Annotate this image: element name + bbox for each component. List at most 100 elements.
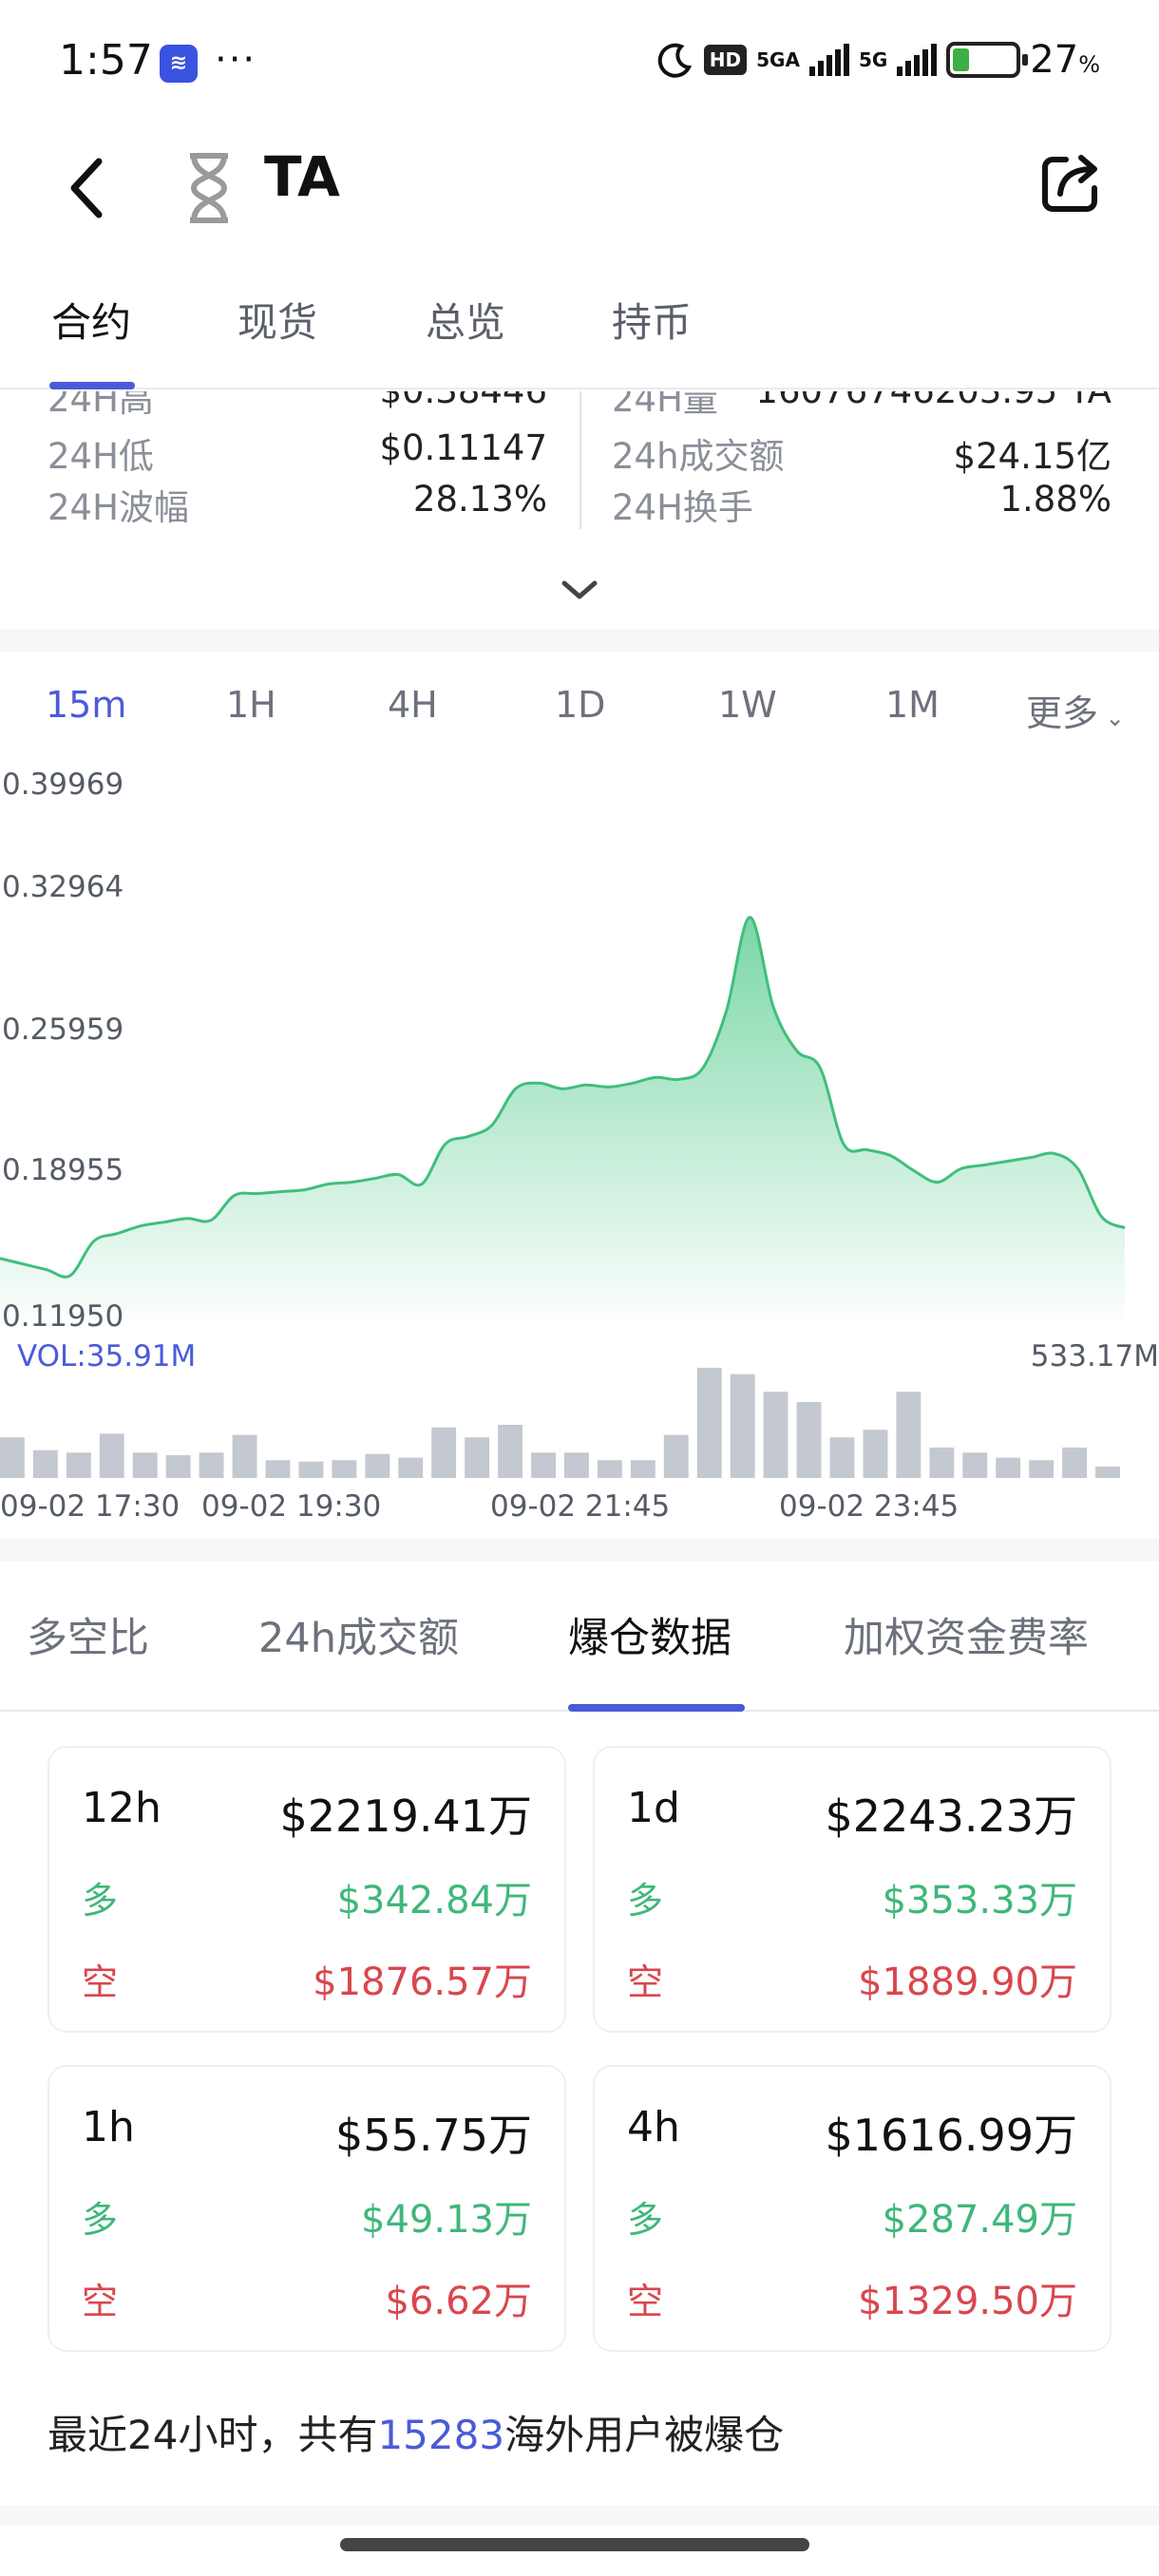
- app-logo-icon: ≋: [160, 45, 198, 83]
- more-notifications-icon: ···: [215, 38, 257, 82]
- volume-bar: [465, 1437, 490, 1478]
- liquidation-card-4h: 4h $1616.99万 多 $287.49万 空 $1329.50万: [593, 2065, 1112, 2352]
- page-title: TA: [264, 144, 340, 209]
- x-axis-tick-label: 09-02 21:45: [490, 1489, 671, 1524]
- timeframe-1w[interactable]: 1W: [718, 684, 777, 726]
- volume-bar: [1095, 1467, 1120, 1478]
- tab-weighted-funding-rate[interactable]: 加权资金费率: [844, 1605, 1089, 1664]
- stat-24h-high: 24H高 $0.38446: [48, 391, 547, 420]
- volume-label-right: 533.17M: [1030, 1339, 1159, 1373]
- volume-label-left: VOL:35.91M: [17, 1339, 197, 1373]
- volume-bar: [564, 1452, 589, 1478]
- liquidation-card-1h: 1h $55.75万 多 $49.13万 空 $6.62万: [48, 2065, 566, 2352]
- volume-bar: [863, 1430, 888, 1478]
- tab-long-short-ratio[interactable]: 多空比: [27, 1605, 149, 1664]
- status-time: 1:57: [59, 36, 153, 85]
- y-axis-tick-label: 0.32964: [2, 870, 124, 904]
- liquidation-card-12h: 12h $2219.41万 多 $342.84万 空 $1876.57万: [48, 1746, 566, 2033]
- status-indicators: HD 5GA 5G 27%: [656, 36, 1100, 84]
- app-screen: 1:57 ≋ ··· HD 5GA 5G 27% TA 合约 现货 总览 持币 …: [0, 0, 1159, 2576]
- chevron-down-icon: ⌄: [1098, 705, 1125, 731]
- volume-bar: [597, 1460, 622, 1478]
- network-5g-label: 5G: [858, 48, 888, 71]
- section-divider: [0, 2506, 1159, 2525]
- top-nav: TA: [0, 123, 1159, 247]
- liquidation-card-1d: 1d $2243.23万 多 $353.33万 空 $1889.90万: [593, 1746, 1112, 2033]
- volume-bar: [498, 1425, 522, 1478]
- x-axis-tick-label: 09-02 19:30: [201, 1489, 382, 1524]
- volume-bar: [332, 1460, 357, 1478]
- liquidation-summary: 最近24小时，共有15283海外用户被爆仓: [48, 2412, 785, 2458]
- tab-holdings[interactable]: 持币: [612, 291, 692, 349]
- timeframe-1d[interactable]: 1D: [555, 684, 605, 726]
- y-axis-tick-label: 0.25959: [2, 1013, 124, 1047]
- stat-24h-turnover-amount: 24h成交额 $24.15亿: [612, 436, 1112, 477]
- timeframe-1h[interactable]: 1H: [226, 684, 276, 726]
- volume-bar: [1029, 1460, 1054, 1478]
- home-indicator[interactable]: [340, 2538, 809, 2551]
- status-bar: 1:57 ≋ ··· HD 5GA 5G 27%: [0, 0, 1159, 123]
- hd-badge: HD: [703, 45, 748, 75]
- volume-bar: [66, 1452, 91, 1478]
- moon-icon: [657, 43, 692, 78]
- timeframe-1m[interactable]: 1M: [885, 684, 940, 726]
- tab-spot[interactable]: 现货: [238, 291, 317, 349]
- volume-bar: [663, 1434, 689, 1478]
- volume-bar: [796, 1402, 822, 1478]
- volume-bar: [962, 1452, 988, 1478]
- volume-bar: [32, 1449, 58, 1478]
- volume-bar: [298, 1461, 324, 1478]
- volume-bar: [431, 1427, 457, 1478]
- tab-liquidation-data[interactable]: 爆仓数据: [568, 1605, 732, 1664]
- volume-bar: [996, 1457, 1021, 1478]
- stats-divider: [580, 391, 581, 529]
- section-divider: [0, 1539, 1159, 1562]
- y-axis-tick-label: 0.39969: [2, 767, 124, 802]
- battery-fill: [953, 48, 970, 71]
- tab-contract[interactable]: 合约: [51, 291, 131, 349]
- stat-24h-turnover-rate: 24H换手 1.88%: [612, 479, 1112, 528]
- volume-bar: [265, 1460, 291, 1478]
- active-subtab-indicator: [568, 1704, 745, 1712]
- volume-bar: [929, 1448, 955, 1478]
- x-axis-tick-label: 09-02 23:45: [779, 1489, 960, 1524]
- main-tabs: 合约 现货 总览 持币: [0, 275, 1159, 389]
- liquidated-users-count: 15283: [377, 2412, 505, 2458]
- volume-bar: [829, 1437, 855, 1478]
- tab-overview[interactable]: 总览: [426, 291, 505, 349]
- y-axis-tick-label: 0.18955: [2, 1153, 124, 1187]
- hourglass-icon: [190, 153, 228, 223]
- volume-bar: [730, 1373, 755, 1478]
- signal-bars-icon: [808, 44, 849, 76]
- volume-bar: [165, 1455, 191, 1478]
- volume-bar: [1062, 1448, 1087, 1478]
- volume-bar: [365, 1453, 390, 1478]
- signal-bars-icon: [897, 44, 938, 76]
- battery-percent: 27%: [1030, 38, 1100, 82]
- network-5ga-label: 5GA: [756, 48, 800, 71]
- timeframe-more[interactable]: 更多 ⌄: [1026, 684, 1125, 736]
- timeframe-4h[interactable]: 4H: [388, 684, 438, 726]
- volume-bar: [630, 1460, 656, 1478]
- battery-icon: [946, 42, 1029, 78]
- back-arrow-icon[interactable]: [59, 150, 116, 226]
- active-tab-indicator: [49, 382, 135, 389]
- tab-24h-volume[interactable]: 24h成交额: [258, 1605, 459, 1664]
- share-icon[interactable]: [1037, 150, 1104, 217]
- timeframe-15m[interactable]: 15m: [46, 684, 126, 726]
- volume-bar: [232, 1434, 257, 1478]
- volume-bar: [398, 1457, 424, 1478]
- volume-bar: [696, 1368, 722, 1478]
- expand-chevron-icon[interactable]: [559, 576, 600, 604]
- volume-bar: [132, 1452, 158, 1478]
- price-area: [0, 917, 1125, 1320]
- volume-bar: [99, 1433, 124, 1478]
- x-axis-tick-label: 09-02 17:30: [0, 1489, 180, 1524]
- volume-bar: [896, 1392, 922, 1478]
- price-chart[interactable]: [0, 760, 1159, 1539]
- volume-bar: [763, 1392, 788, 1478]
- stat-24h-low: 24H低 $0.11147: [48, 427, 547, 477]
- volume-bar: [199, 1452, 224, 1478]
- volume-bar: [531, 1452, 556, 1478]
- section-divider: [0, 629, 1159, 652]
